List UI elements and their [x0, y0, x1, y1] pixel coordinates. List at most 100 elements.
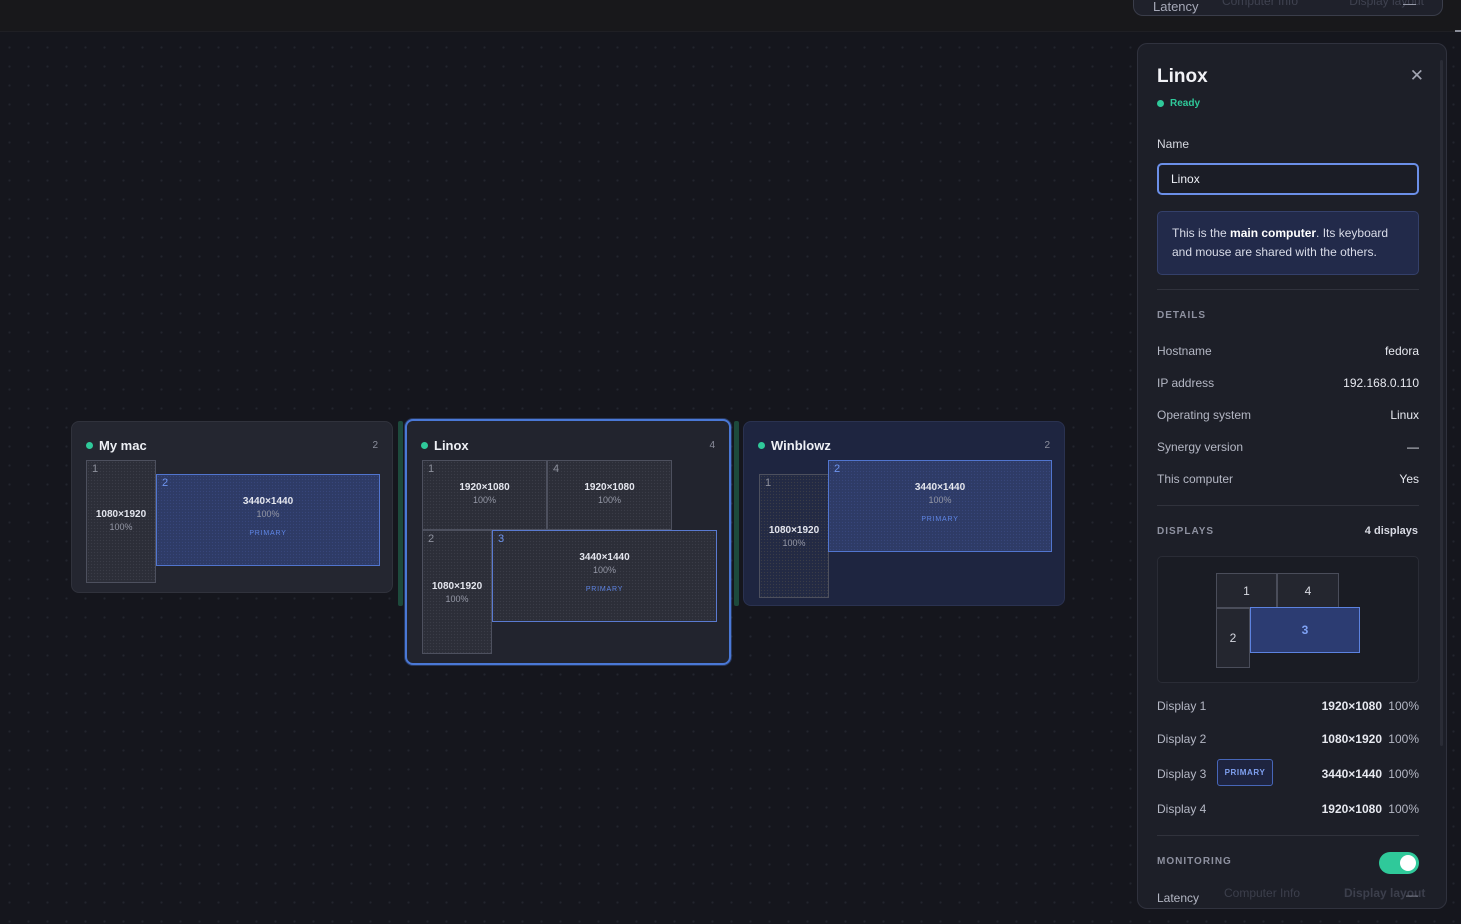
ghost-latency-label: Latency	[1153, 0, 1199, 14]
display-count: 2	[372, 440, 378, 451]
displays-heading: DISPLAYS	[1157, 526, 1215, 537]
display-number: 2	[428, 533, 435, 545]
computer-name: My mac	[99, 438, 147, 453]
display-resolution: 1080×1920	[768, 525, 820, 536]
primary-label: PRIMARY	[585, 586, 624, 593]
detail-value: fedora	[1384, 344, 1419, 358]
display-row-label: Display 2	[1157, 732, 1207, 746]
monitoring-toggle[interactable]	[1379, 852, 1419, 874]
toggle-knob	[1400, 855, 1416, 871]
displays-count: 4 displays	[1364, 525, 1418, 537]
display-scale: 100%	[256, 509, 280, 519]
display-number: 2	[834, 463, 841, 475]
display-tile[interactable]: 3 3440×1440 100% PRIMARY	[492, 530, 717, 622]
divider	[1157, 835, 1419, 836]
detail-label: Hostname	[1157, 344, 1212, 358]
main-computer-notice: This is the main computer. Its keyboard …	[1157, 211, 1419, 275]
edge-marker	[1455, 30, 1461, 32]
display-number: 2	[162, 477, 169, 489]
panel-scrollbar[interactable]	[1440, 60, 1443, 746]
detail-value: Linux	[1390, 408, 1419, 422]
primary-label: PRIMARY	[249, 530, 287, 537]
card-connector	[398, 421, 403, 606]
display-scale: 100%	[472, 495, 497, 505]
background-panel-tab: Latency Computer Info Display layout —	[1133, 0, 1443, 16]
latency-label: Latency	[1157, 891, 1200, 905]
display-scale: 100%	[109, 522, 133, 532]
ghost-tab-computer-info: Computer Info	[1222, 0, 1299, 8]
status-badge: Ready	[1157, 98, 1200, 109]
status-text: Ready	[1170, 98, 1201, 109]
display-row-label: Display 3	[1157, 767, 1207, 781]
display-tile[interactable]: 1 1080×1920 100%	[86, 460, 156, 583]
detail-row-synergy-version: Synergy version —	[1157, 440, 1419, 454]
tab-computer-info[interactable]: Computer Info	[1224, 886, 1300, 900]
computer-card-winblowz[interactable]: Winblowz 2 1 1080×1920 100% 2 3440×1440 …	[743, 421, 1065, 606]
status-dot	[1157, 100, 1164, 107]
latency-value: —	[1406, 888, 1418, 902]
detail-row-ip-address: IP address 192.168.0.110	[1157, 376, 1419, 390]
display-row-scale: 100%	[1388, 699, 1419, 713]
display-tile[interactable]: 1 1920×1080 100%	[422, 460, 547, 530]
card-header: Linox	[421, 438, 469, 453]
card-connector	[734, 421, 739, 606]
detail-label: This computer	[1157, 472, 1234, 486]
display-tile-primary[interactable]: 2 3440×1440 100% PRIMARY	[828, 460, 1052, 552]
display-row-scale: 100%	[1388, 732, 1419, 746]
mini-display-4[interactable]: 4	[1277, 573, 1339, 608]
display-number: 1	[92, 463, 99, 475]
monitoring-heading: MONITORING	[1157, 856, 1232, 867]
mini-display-2[interactable]: 2	[1216, 608, 1250, 668]
ghost-latency-value: —	[1403, 0, 1416, 11]
display-row-scale: 100%	[1388, 802, 1419, 816]
display-row-3: Display 3 PRIMARY 3440×1440 100%	[1157, 759, 1419, 786]
display-resolution: 3440×1440	[242, 496, 294, 507]
display-row-resolution: 1920×1080	[1321, 802, 1382, 816]
detail-row-this-computer: This computer Yes	[1157, 472, 1419, 486]
display-count: 2	[1044, 440, 1050, 451]
mini-display-1[interactable]: 1	[1216, 573, 1277, 608]
status-dot	[421, 442, 428, 449]
display-number: 4	[553, 463, 560, 475]
display-tile[interactable]: 4 1920×1080 100%	[547, 460, 672, 530]
computer-details-panel: Linox ✕ Ready Name This is the main comp…	[1137, 43, 1447, 909]
detail-value: Yes	[1399, 472, 1419, 486]
name-input[interactable]	[1157, 163, 1419, 195]
details-heading: DETAILS	[1157, 310, 1207, 321]
computer-card-my-mac[interactable]: My mac 2 1 1080×1920 100% 2 3440×1440 10…	[71, 421, 393, 593]
detail-value: —	[1407, 440, 1419, 454]
panel-title: Linox	[1157, 66, 1208, 87]
display-row-1: Display 1 1920×1080 100%	[1157, 699, 1419, 713]
display-row-label: Display 1	[1157, 699, 1207, 713]
display-resolution: 1080×1920	[431, 581, 483, 592]
card-header: My mac	[86, 438, 147, 453]
display-count: 4	[709, 440, 715, 451]
detail-label: Operating system	[1157, 408, 1252, 422]
close-icon[interactable]: ✕	[1410, 66, 1424, 86]
display-scale: 100%	[597, 495, 622, 505]
display-row-scale: 100%	[1388, 767, 1419, 781]
detail-label: Synergy version	[1157, 440, 1244, 454]
display-row-2: Display 2 1080×1920 100%	[1157, 732, 1419, 746]
display-scale: 100%	[445, 594, 469, 604]
display-number: 3	[498, 533, 505, 545]
display-number: 1	[428, 463, 435, 475]
display-scale: 100%	[928, 495, 952, 505]
primary-label: PRIMARY	[921, 516, 959, 523]
display-tile-primary[interactable]: 2 3440×1440 100% PRIMARY	[156, 474, 380, 566]
mini-display-3[interactable]: 3	[1250, 607, 1360, 653]
notice-text-pre: This is the	[1172, 226, 1231, 240]
display-scale: 100%	[592, 565, 617, 575]
display-row-resolution: 3440×1440	[1321, 767, 1382, 781]
card-header: Winblowz	[758, 438, 831, 453]
computer-name: Winblowz	[771, 438, 831, 453]
display-scale: 100%	[782, 538, 806, 548]
status-dot	[86, 442, 93, 449]
display-resolution: 3440×1440	[914, 482, 966, 493]
display-tile[interactable]: 2 1080×1920 100%	[422, 530, 492, 654]
display-tile[interactable]: 1 1080×1920 100%	[759, 474, 829, 598]
display-resolution: 1920×1080	[584, 482, 635, 493]
detail-value: 192.168.0.110	[1343, 376, 1419, 390]
computer-card-linox[interactable]: Linox 4 1 1920×1080 100% 4 1920×1080 100…	[405, 419, 731, 665]
display-layout-preview: 1 4 2 3	[1157, 556, 1419, 683]
